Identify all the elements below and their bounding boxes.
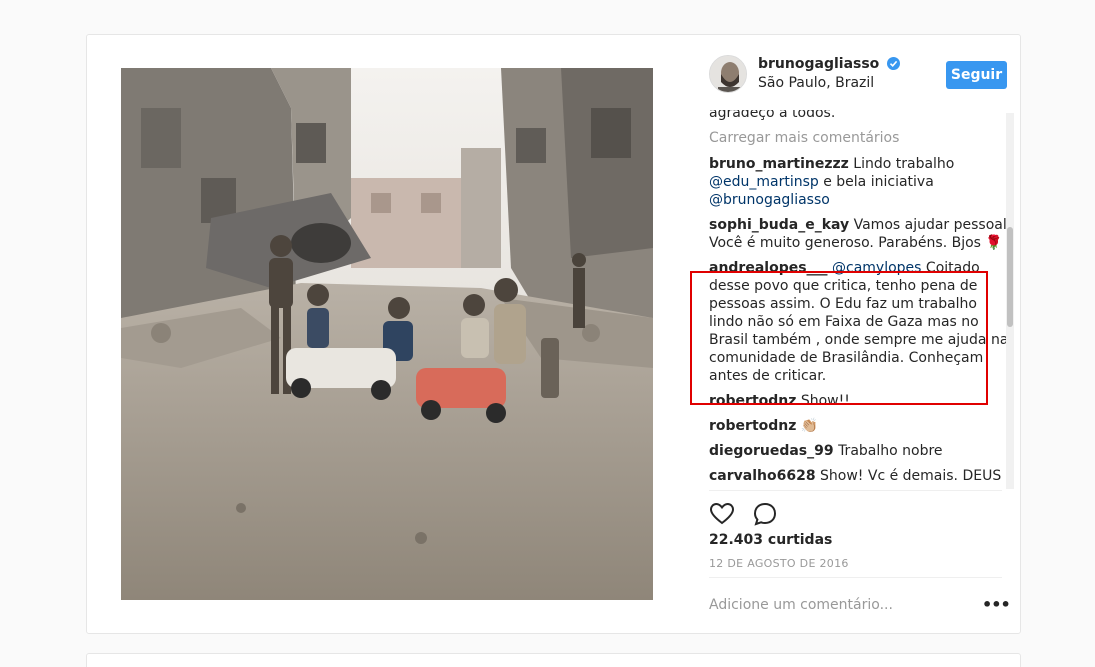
divider	[709, 577, 1002, 578]
divider	[709, 490, 1002, 491]
location-link[interactable]: São Paulo, Brazil	[758, 75, 874, 91]
comment-text: Show! Vc é demais. DEUS	[820, 468, 1002, 484]
add-comment-input[interactable]: Adicione um comentário...	[709, 597, 893, 613]
mention-link[interactable]: @camylopes	[832, 260, 921, 276]
comment-text: 👏🏼	[800, 418, 819, 434]
comment-text: Lindo trabalho	[853, 156, 955, 172]
mention-link[interactable]: @edu_martinsp	[709, 174, 819, 190]
comment-text: e bela iniciativa	[818, 174, 934, 190]
comments-scrollbar[interactable]	[1006, 113, 1014, 489]
heart-icon[interactable]	[709, 501, 735, 527]
comment-icon[interactable]	[752, 501, 778, 527]
comment-item: carvalho6628 Show! Vc é demais. DEUS	[709, 467, 1012, 485]
comment-item-highlighted: andrealopes___ @camylopes Coitado desse …	[709, 259, 1012, 385]
comment-item: sophi_buda_e_kay Vamos ajudar pessoal. V…	[709, 216, 1012, 252]
comment-text: Show!!	[800, 393, 850, 409]
post-header: brunogagliasso São Paulo, Brazil Seguir	[709, 55, 1009, 95]
post-sidebar: brunogagliasso São Paulo, Brazil Seguir …	[699, 35, 1022, 635]
instagram-post: brunogagliasso São Paulo, Brazil Seguir …	[86, 34, 1021, 634]
avatar[interactable]	[709, 55, 747, 93]
scrollbar-thumb[interactable]	[1007, 227, 1013, 327]
comment-item: robertodnz Show!!	[709, 392, 1012, 410]
likes-count[interactable]: 22.403 curtidas	[709, 532, 832, 548]
comment-item: diegoruedas_99 Trabalho nobre	[709, 442, 1012, 460]
mention-link[interactable]: @brunogagliasso	[709, 192, 830, 208]
comment-username[interactable]: sophi_buda_e_kay	[709, 217, 849, 233]
comment-item: bruno_martinezzz Lindo trabalho @edu_mar…	[709, 155, 1012, 209]
load-more-comments[interactable]: Carregar mais comentários	[709, 129, 1012, 147]
post-date[interactable]: 12 DE AGOSTO DE 2016	[709, 557, 849, 570]
comment-username[interactable]: andrealopes___	[709, 260, 828, 276]
profile-photo	[710, 56, 746, 92]
follow-button[interactable]: Seguir	[946, 61, 1007, 89]
verified-badge-icon	[887, 57, 901, 74]
comments-list: agradeço a todos. Carregar mais comentár…	[709, 110, 1012, 490]
username-row: brunogagliasso	[758, 56, 901, 74]
comment-username[interactable]: diegoruedas_99	[709, 443, 834, 459]
post-actions	[709, 501, 790, 527]
caption-end: agradeço a todos.	[709, 110, 836, 121]
username-link[interactable]: brunogagliasso	[758, 56, 879, 72]
post-photo[interactable]	[121, 68, 653, 600]
next-post-card	[86, 653, 1021, 667]
comment-username[interactable]: robertodnz	[709, 393, 796, 409]
comment-item: robertodnz 👏🏼	[709, 417, 1012, 435]
war-ruins-children-photo	[121, 68, 653, 600]
comment-username[interactable]: robertodnz	[709, 418, 796, 434]
more-options-icon[interactable]: •••	[982, 595, 1011, 614]
comment-text: Trabalho nobre	[838, 443, 943, 459]
comment-text: Coitado desse povo que critica, tenho pe…	[709, 260, 1009, 384]
comment-username[interactable]: bruno_martinezzz	[709, 156, 849, 172]
comment-username[interactable]: carvalho6628	[709, 468, 816, 484]
